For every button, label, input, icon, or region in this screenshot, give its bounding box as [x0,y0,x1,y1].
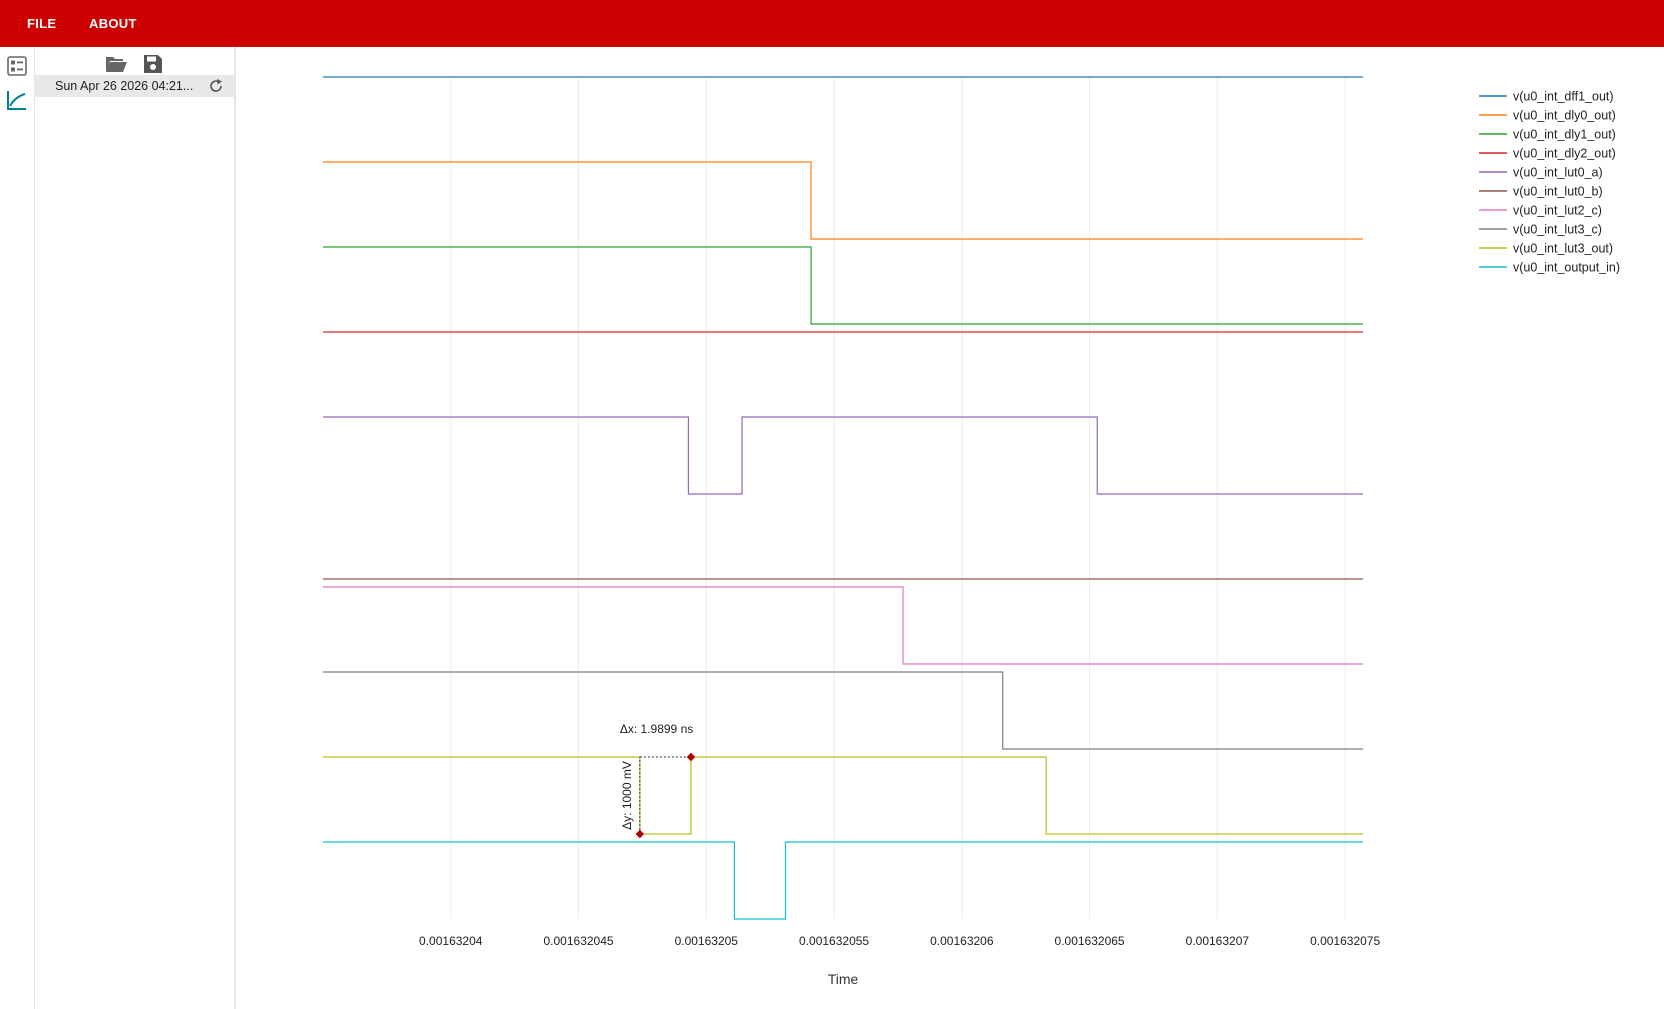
series-line-6 [323,586,1363,665]
series-line-2 [323,246,1363,325]
left-icon-strip [0,47,35,1009]
legend-item[interactable]: v(u0_int_dly0_out) [1513,109,1616,123]
series-line-1 [323,161,1363,240]
waveform-plot[interactable]: 0.00163204 0.001632045 0.00163205 0.0016320… [236,47,1664,1009]
x-tick-label: 0.00163207 [1186,934,1250,948]
series-line-8 [323,756,1363,835]
file-menu-button[interactable]: FILE [27,0,56,47]
x-tick-label: 0.001632075 [1310,934,1380,948]
legend-item[interactable]: v(u0_int_lut3_c) [1513,223,1602,237]
refresh-icon[interactable] [208,78,224,94]
cursor-dy-label: Δy: 1000 mV [620,761,634,830]
grid-lines [450,77,1346,919]
list-icon[interactable] [6,55,28,77]
legend-item[interactable]: v(u0_int_dly1_out) [1513,128,1616,142]
series-line-7 [323,671,1363,750]
x-tick-label: 0.00163204 [419,934,483,948]
legend-item[interactable]: v(u0_int_lut3_out) [1513,242,1613,256]
top-menu-bar: FILE ABOUT [0,0,1664,47]
series-lines [323,76,1363,920]
x-tick-label: 0.001632055 [799,934,869,948]
save-icon[interactable] [141,53,165,75]
x-tick-label: 0.00163206 [930,934,994,948]
x-axis-title: Time [828,971,859,987]
legend[interactable]: v(u0_int_dff1_out) v(u0_int_dly0_out) v(u0… [1479,90,1620,275]
file-panel: Sun Apr 26 2026 04:21... [35,47,236,1009]
file-list-item[interactable]: Sun Apr 26 2026 04:21... [35,75,234,97]
cursor-dx-label: Δx: 1.9899 ns [620,722,693,736]
measurement-cursor[interactable]: Δx: 1.9899 ns Δy: 1000 mV [620,722,696,839]
cursor-point-end[interactable] [686,752,696,762]
x-tick-labels: 0.00163204 0.001632045 0.00163205 0.0016320… [419,934,1380,948]
x-tick-label: 0.00163205 [675,934,739,948]
chart-line-icon[interactable] [6,89,28,111]
x-tick-label: 0.001632045 [543,934,613,948]
legend-item[interactable]: v(u0_int_lut0_a) [1513,166,1603,180]
series-line-9 [323,841,1363,920]
cursor-point-start[interactable] [635,829,645,839]
x-tick-label: 0.001632065 [1055,934,1125,948]
legend-item[interactable]: v(u0_int_output_in) [1513,261,1620,275]
legend-item[interactable]: v(u0_int_lut2_c) [1513,204,1602,218]
series-line-4 [323,416,1363,495]
folder-open-icon[interactable] [104,53,128,75]
waveform-chart[interactable]: 0.00163204 0.001632045 0.00163205 0.0016320… [236,47,1664,1009]
legend-item[interactable]: v(u0_int_lut0_b) [1513,185,1603,199]
legend-item[interactable]: v(u0_int_dly2_out) [1513,147,1616,161]
about-menu-button[interactable]: ABOUT [89,0,137,47]
legend-item[interactable]: v(u0_int_dff1_out) [1513,90,1614,104]
